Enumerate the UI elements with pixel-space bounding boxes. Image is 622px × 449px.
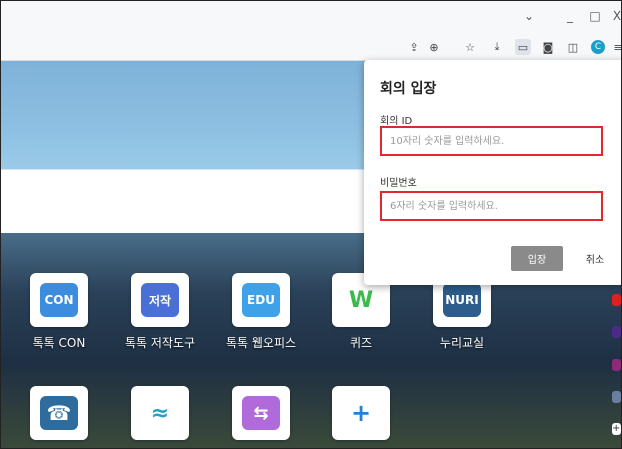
browser-window: ⌄ _ □ X ⇪ ⊕ ☆ ⤓ ▭ ◙ ◫ C ≡ CON 저작 EDU W N… [0,0,622,449]
tok-con-icon: CON [40,283,78,317]
meet-icon[interactable]: ▭ [515,39,531,55]
browser-toolbar: ⇪ ⊕ ☆ ⤓ ▭ ◙ ◫ C ≡ [1,35,621,61]
tok-creator-icon: 저작 [141,283,179,317]
nuri-icon: NURI [443,283,481,317]
tok-weboffice-icon: EDU [242,283,280,317]
side-add-icon[interactable]: + [612,423,621,435]
tile-add[interactable]: + [332,386,390,440]
share-icon[interactable]: ⇪ [406,39,422,55]
meeting-id-input[interactable] [380,126,603,156]
profile-icon[interactable]: C [590,39,606,55]
add-icon: + [342,396,380,430]
download-icon[interactable]: ⤓ [489,39,505,55]
popup-title: 회의 입장 [380,81,437,97]
side-app-icon[interactable] [612,391,621,403]
tile-app3[interactable]: ⇆ [232,386,290,440]
favorites-icon[interactable]: ☆ [462,39,478,55]
youtube-icon[interactable] [612,294,621,306]
close-button[interactable]: X [607,9,621,23]
zoom-icon[interactable]: ⊕ [426,39,442,55]
menu-icon[interactable]: ≡ [610,39,621,55]
tile-label: 톡톡 저작도구 [124,336,196,350]
tile-tok-creator[interactable]: 저작 [131,273,189,327]
tile-label: 누리교실 [439,336,485,350]
phone-icon: ☎ [40,396,78,430]
password-input[interactable] [380,191,603,221]
meeting-id-label: 회의 ID [380,116,413,127]
monitor-icon: ⇆ [242,396,280,430]
password-label: 비밀번호 [380,178,417,189]
minimize-button[interactable]: _ [560,9,580,23]
tile-phone[interactable]: ☎ [30,386,88,440]
side-app-icon[interactable] [612,359,621,371]
side-app-icon[interactable] [612,326,621,338]
split-screen-icon[interactable]: ◫ [565,39,581,55]
quiz-icon: W [342,283,380,317]
enter-button[interactable]: 입장 [511,246,563,271]
screenshot-icon[interactable]: ◙ [540,39,556,55]
meeting-join-popup: 회의 입장 회의 ID 비밀번호 입장 취소 [364,60,621,285]
tab-list-button[interactable]: ⌄ [519,9,539,23]
tile-label: 톡톡 웹오피스 [225,336,297,350]
tile-label: 퀴즈 [349,336,373,350]
tile-tok-weboffice[interactable]: EDU [232,273,290,327]
tile-tok-con[interactable]: CON [30,273,88,327]
tile-label: 톡톡 CON [32,336,86,350]
cancel-button[interactable]: 취소 [569,246,621,271]
app2-icon: ≈ [141,396,179,430]
title-bar: ⌄ _ □ X [1,1,621,35]
tile-app2[interactable]: ≈ [131,386,189,440]
maximize-button[interactable]: □ [585,9,605,23]
